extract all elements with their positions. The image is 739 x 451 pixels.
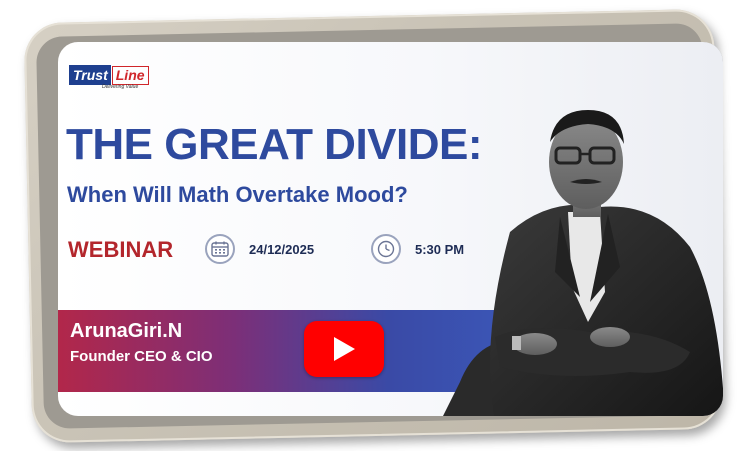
play-icon <box>334 337 355 361</box>
clock-icon <box>371 234 401 264</box>
logo-tagline: Delivering Value <box>102 84 139 90</box>
video-thumbnail[interactable]: Trust Line Delivering Value THE GREAT DI… <box>58 42 723 416</box>
calendar-icon <box>205 234 235 264</box>
youtube-play-button[interactable] <box>304 321 384 377</box>
webinar-title: THE GREAT DIVIDE: <box>66 120 483 169</box>
speaker-name: ArunaGiri.N <box>70 320 183 342</box>
speaker-photo <box>443 110 723 416</box>
webinar-subtitle: When Will Math Overtake Mood? <box>67 182 408 207</box>
webinar-date: 24/12/2025 <box>249 241 315 257</box>
trustline-logo: Trust Line <box>69 64 149 86</box>
logo-line-text: Line <box>111 65 149 85</box>
logo-trust-text: Trust <box>69 65 111 85</box>
webinar-label: WEBINAR <box>68 237 174 262</box>
speaker-role: Founder CEO & CIO <box>70 348 213 365</box>
date-info: 24/12/2025 <box>205 232 314 266</box>
